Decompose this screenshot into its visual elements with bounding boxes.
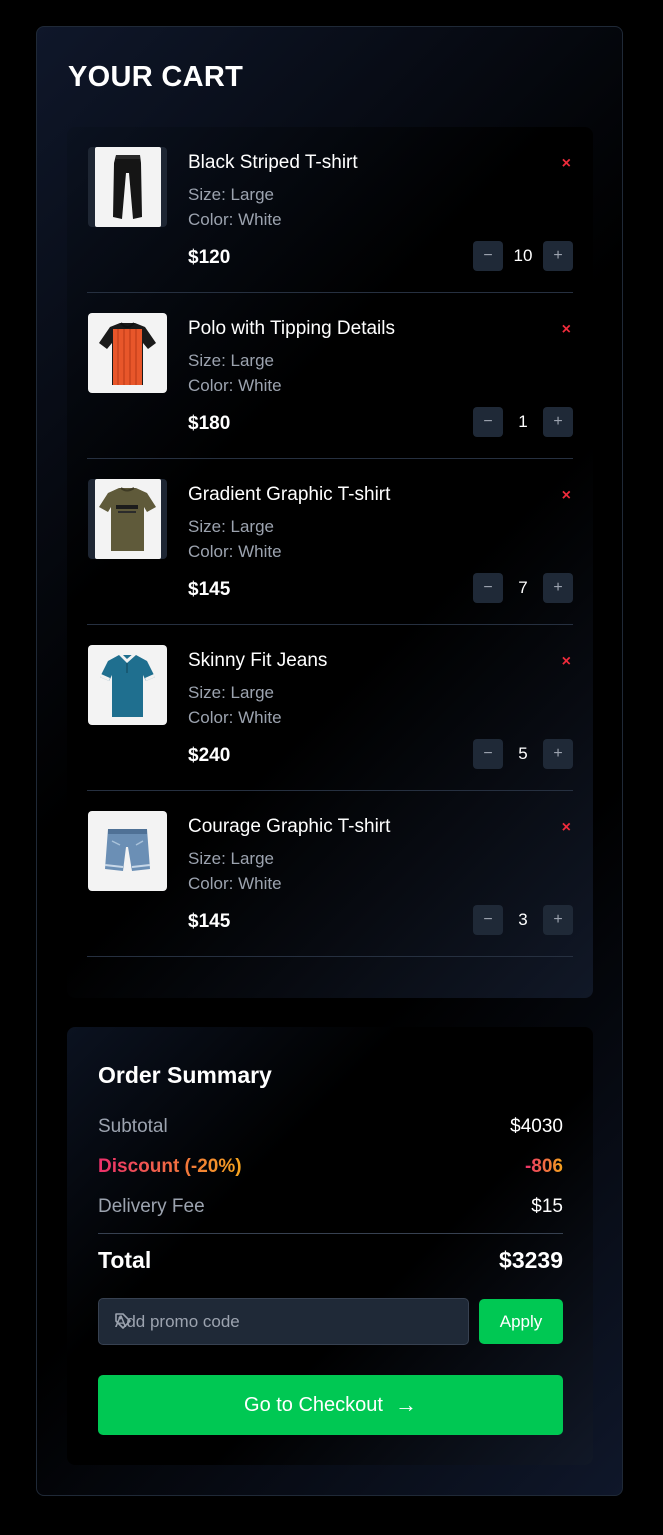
- quantity-value: 7: [518, 578, 528, 597]
- item-name[interactable]: Skinny Fit Jeans: [188, 650, 327, 672]
- cart-panel: YOUR CART Black Striped T-shirt Size: La…: [36, 26, 623, 1496]
- quantity-value: 10: [513, 246, 533, 265]
- page-title: YOUR CART: [68, 61, 244, 93]
- order-summary-title: Order Summary: [98, 1062, 272, 1088]
- item-color: Color: White: [188, 376, 282, 395]
- item-size: Size: Large: [188, 849, 274, 868]
- item-color: Color: White: [188, 542, 282, 561]
- item-size: Size: Large: [188, 517, 274, 536]
- decrease-quantity-button[interactable]: −: [473, 739, 503, 769]
- item-price: $240: [188, 745, 231, 766]
- cart-item: Courage Graphic T-shirt Size: Large Colo…: [87, 791, 573, 957]
- decrease-quantity-button[interactable]: −: [473, 905, 503, 935]
- remove-item-icon[interactable]: ×: [562, 155, 571, 173]
- item-color: Color: White: [188, 708, 282, 727]
- remove-item-icon[interactable]: ×: [562, 653, 571, 671]
- decrease-quantity-button[interactable]: −: [473, 407, 503, 437]
- increase-quantity-button[interactable]: +: [543, 739, 573, 769]
- item-price: $145: [188, 579, 231, 600]
- olive-graphic-tshirt-image: [88, 479, 167, 559]
- item-price: $120: [188, 247, 231, 268]
- discount-value: -806: [524, 1156, 563, 1177]
- discount-label: Discount (-20%): [98, 1156, 242, 1177]
- checkout-button[interactable]: Go to Checkout →: [98, 1375, 563, 1435]
- orange-tshirt-image: [88, 313, 167, 393]
- promo-code-field: [98, 1298, 469, 1345]
- subtotal-row: Subtotal $4030: [98, 1116, 563, 1138]
- total-value: $3239: [499, 1247, 563, 1273]
- decrease-quantity-button[interactable]: −: [473, 573, 503, 603]
- item-size: Size: Large: [188, 185, 274, 204]
- discount-row: Discount (-20%) -806: [98, 1156, 563, 1178]
- cart-item: Gradient Graphic T-shirt Size: Large Col…: [87, 459, 573, 625]
- item-name[interactable]: Gradient Graphic T-shirt: [188, 484, 390, 506]
- delivery-label: Delivery Fee: [98, 1196, 205, 1217]
- increase-quantity-button[interactable]: +: [543, 241, 573, 271]
- item-name[interactable]: Polo with Tipping Details: [188, 318, 395, 340]
- total-row: Total $3239: [98, 1247, 563, 1274]
- delivery-row: Delivery Fee $15: [98, 1196, 563, 1218]
- decrease-quantity-button[interactable]: −: [473, 241, 503, 271]
- quantity-stepper: − 3 +: [473, 905, 573, 935]
- quantity-value: 5: [518, 744, 528, 763]
- quantity-stepper: − 10 +: [473, 241, 573, 271]
- quantity-value: 1: [518, 412, 528, 431]
- quantity-stepper: − 1 +: [473, 407, 573, 437]
- cart-item: Polo with Tipping Details Size: Large Co…: [87, 293, 573, 459]
- item-name[interactable]: Black Striped T-shirt: [188, 152, 358, 174]
- remove-item-icon[interactable]: ×: [562, 321, 571, 339]
- remove-item-icon[interactable]: ×: [562, 819, 571, 837]
- delivery-value: $15: [531, 1196, 563, 1217]
- item-size: Size: Large: [188, 351, 274, 370]
- denim-shorts-image: [88, 811, 167, 891]
- item-size: Size: Large: [188, 683, 274, 702]
- cart-item: Skinny Fit Jeans Size: Large Color: Whit…: [87, 625, 573, 791]
- black-pants-image: [88, 147, 167, 227]
- apply-promo-button[interactable]: Apply: [479, 1299, 563, 1344]
- increase-quantity-button[interactable]: +: [543, 573, 573, 603]
- increase-quantity-button[interactable]: +: [543, 905, 573, 935]
- arrow-right-icon: →: [394, 1392, 417, 1417]
- item-color: Color: White: [188, 874, 282, 893]
- quantity-stepper: − 7 +: [473, 573, 573, 603]
- summary-divider: [98, 1233, 563, 1234]
- quantity-stepper: − 5 +: [473, 739, 573, 769]
- cart-item: Black Striped T-shirt Size: Large Color:…: [87, 127, 573, 293]
- item-price: $145: [188, 911, 231, 932]
- item-name[interactable]: Courage Graphic T-shirt: [188, 816, 390, 838]
- subtotal-label: Subtotal: [98, 1116, 168, 1137]
- checkout-label: Go to Checkout: [244, 1393, 383, 1416]
- subtotal-value: $4030: [510, 1116, 563, 1137]
- increase-quantity-button[interactable]: +: [543, 407, 573, 437]
- item-color: Color: White: [188, 210, 282, 229]
- total-label: Total: [98, 1247, 152, 1273]
- item-price: $180: [188, 413, 231, 434]
- remove-item-icon[interactable]: ×: [562, 487, 571, 505]
- teal-polo-image: [88, 645, 167, 725]
- cart-items-list: Black Striped T-shirt Size: Large Color:…: [67, 127, 593, 998]
- order-summary: Order Summary Subtotal $4030 Discount (-…: [67, 1027, 593, 1465]
- promo-code-input[interactable]: [115, 1299, 460, 1344]
- quantity-value: 3: [518, 910, 528, 929]
